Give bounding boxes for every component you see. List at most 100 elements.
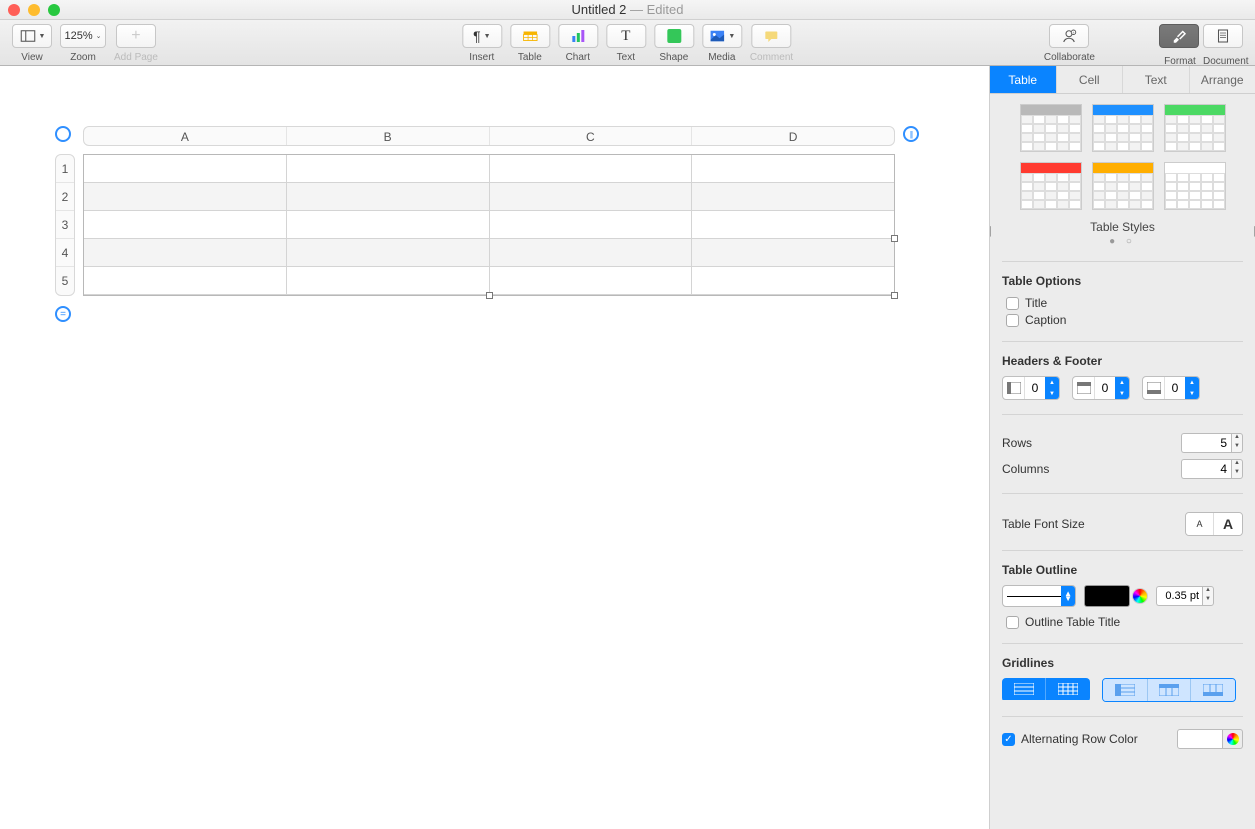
font-size-increase[interactable]: A [1214,513,1242,535]
document-canvas[interactable]: A B C D 1 2 3 4 5 [0,66,989,829]
cell[interactable] [692,267,894,295]
cell[interactable] [287,183,490,211]
outline-width-stepper[interactable]: ▲▼ [1202,586,1214,606]
header-columns-stepper[interactable]: 0 ▲▼ [1002,376,1060,400]
gridlines-horizontal-button[interactable] [1002,678,1046,700]
outline-style-select[interactable]: ▲▼ [1002,585,1076,607]
table-style-4[interactable] [1020,162,1082,210]
cell[interactable] [287,155,490,183]
resize-handle-bottom[interactable] [486,292,493,299]
row-header-2[interactable]: 2 [56,183,74,211]
resize-handle-corner[interactable] [891,292,898,299]
add-column-handle[interactable] [903,126,919,142]
media-button[interactable]: ▼ [702,24,742,48]
cell[interactable] [692,155,894,183]
table-button[interactable] [510,24,550,48]
table-style-1[interactable] [1020,104,1082,152]
collaborate-button[interactable]: + [1049,24,1089,48]
cell[interactable] [490,267,693,295]
gridlines-vertical-button[interactable] [1046,678,1090,700]
tab-text[interactable]: Text [1123,66,1190,93]
outline-color-picker[interactable] [1132,588,1148,604]
table-style-6[interactable] [1164,162,1226,210]
row-header-5[interactable]: 5 [56,267,74,295]
row-header-3[interactable]: 3 [56,211,74,239]
rows-input[interactable] [1181,433,1231,453]
rows-label: Rows [1002,436,1032,450]
cell[interactable] [692,211,894,239]
zoom-window-button[interactable] [48,4,60,16]
cell[interactable] [84,267,287,295]
cell[interactable] [692,183,894,211]
chart-button[interactable] [558,24,598,48]
text-button[interactable]: T [606,24,646,48]
header-gridlines-h-button[interactable] [1103,679,1147,701]
cell[interactable] [490,155,693,183]
tab-arrange[interactable]: Arrange [1190,66,1255,93]
view-button[interactable]: ▼ [12,24,52,48]
outline-title-checkbox[interactable] [1006,616,1019,629]
footer-rows-stepper[interactable]: 0 ▲▼ [1142,376,1200,400]
close-window-button[interactable] [8,4,20,16]
row-headers[interactable]: 1 2 3 4 5 [55,154,75,296]
caption-checkbox[interactable] [1006,314,1019,327]
column-headers[interactable]: A B C D [83,126,895,146]
cell[interactable] [84,239,287,267]
table-style-2[interactable] [1092,104,1154,152]
font-size-decrease[interactable]: A [1186,513,1214,535]
cell[interactable] [287,211,490,239]
toolbar: ▼ View 125% ⌄ Zoom + Add Page ¶▼ Insert [0,20,1255,66]
cell[interactable] [84,183,287,211]
cell[interactable] [287,239,490,267]
cell[interactable] [692,239,894,267]
cell[interactable] [84,155,287,183]
column-header-b[interactable]: B [287,127,490,145]
title-checkbox[interactable] [1006,297,1019,310]
tab-cell[interactable]: Cell [1057,66,1124,93]
insert-button[interactable]: ¶▼ [462,24,502,48]
alt-row-color-picker[interactable] [1223,729,1243,749]
rows-stepper[interactable]: ▲▼ [1231,433,1243,453]
header-gridlines-v-button[interactable] [1147,679,1191,701]
chart-label: Chart [566,52,590,63]
outline-width-input[interactable] [1156,586,1202,606]
alt-row-color-swatch[interactable] [1177,729,1223,749]
outline-color-swatch[interactable] [1084,585,1130,607]
columns-stepper[interactable]: ▲▼ [1231,459,1243,479]
footer-gridlines-button[interactable] [1191,679,1235,701]
cell[interactable] [490,211,693,239]
cell[interactable] [490,239,693,267]
document-inspector-button[interactable] [1203,24,1243,48]
table-style-3[interactable] [1164,104,1226,152]
resize-handle-right[interactable] [891,235,898,242]
header-rows-stepper[interactable]: 0 ▲▼ [1072,376,1130,400]
cell[interactable] [287,267,490,295]
cell[interactable] [84,211,287,239]
column-header-c[interactable]: C [490,127,693,145]
styles-prev-arrow[interactable]: ◀ [990,222,991,239]
row-header-1[interactable]: 1 [56,155,74,183]
comment-label: Comment [750,52,793,63]
format-inspector-button[interactable] [1159,24,1199,48]
minimize-window-button[interactable] [28,4,40,16]
tab-table[interactable]: Table [990,66,1057,93]
cell[interactable] [490,183,693,211]
alt-row-color-checkbox[interactable] [1002,733,1015,746]
add-row-handle[interactable] [55,306,71,322]
header-rows-value: 0 [1095,381,1115,395]
columns-input[interactable] [1181,459,1231,479]
table-select-handle[interactable] [55,126,71,142]
comment-button[interactable] [751,24,791,48]
column-header-d[interactable]: D [692,127,894,145]
table-style-5[interactable] [1092,162,1154,210]
table-label: Table [518,52,542,63]
row-header-4[interactable]: 4 [56,239,74,267]
add-page-button[interactable]: + [116,24,156,48]
column-header-a[interactable]: A [84,127,287,145]
table-icon [521,27,539,45]
table-grid[interactable] [83,154,895,296]
text-label: Text [617,52,635,63]
zoom-select[interactable]: 125% ⌄ [60,24,106,48]
brush-icon [1170,27,1188,45]
shape-button[interactable] [654,24,694,48]
